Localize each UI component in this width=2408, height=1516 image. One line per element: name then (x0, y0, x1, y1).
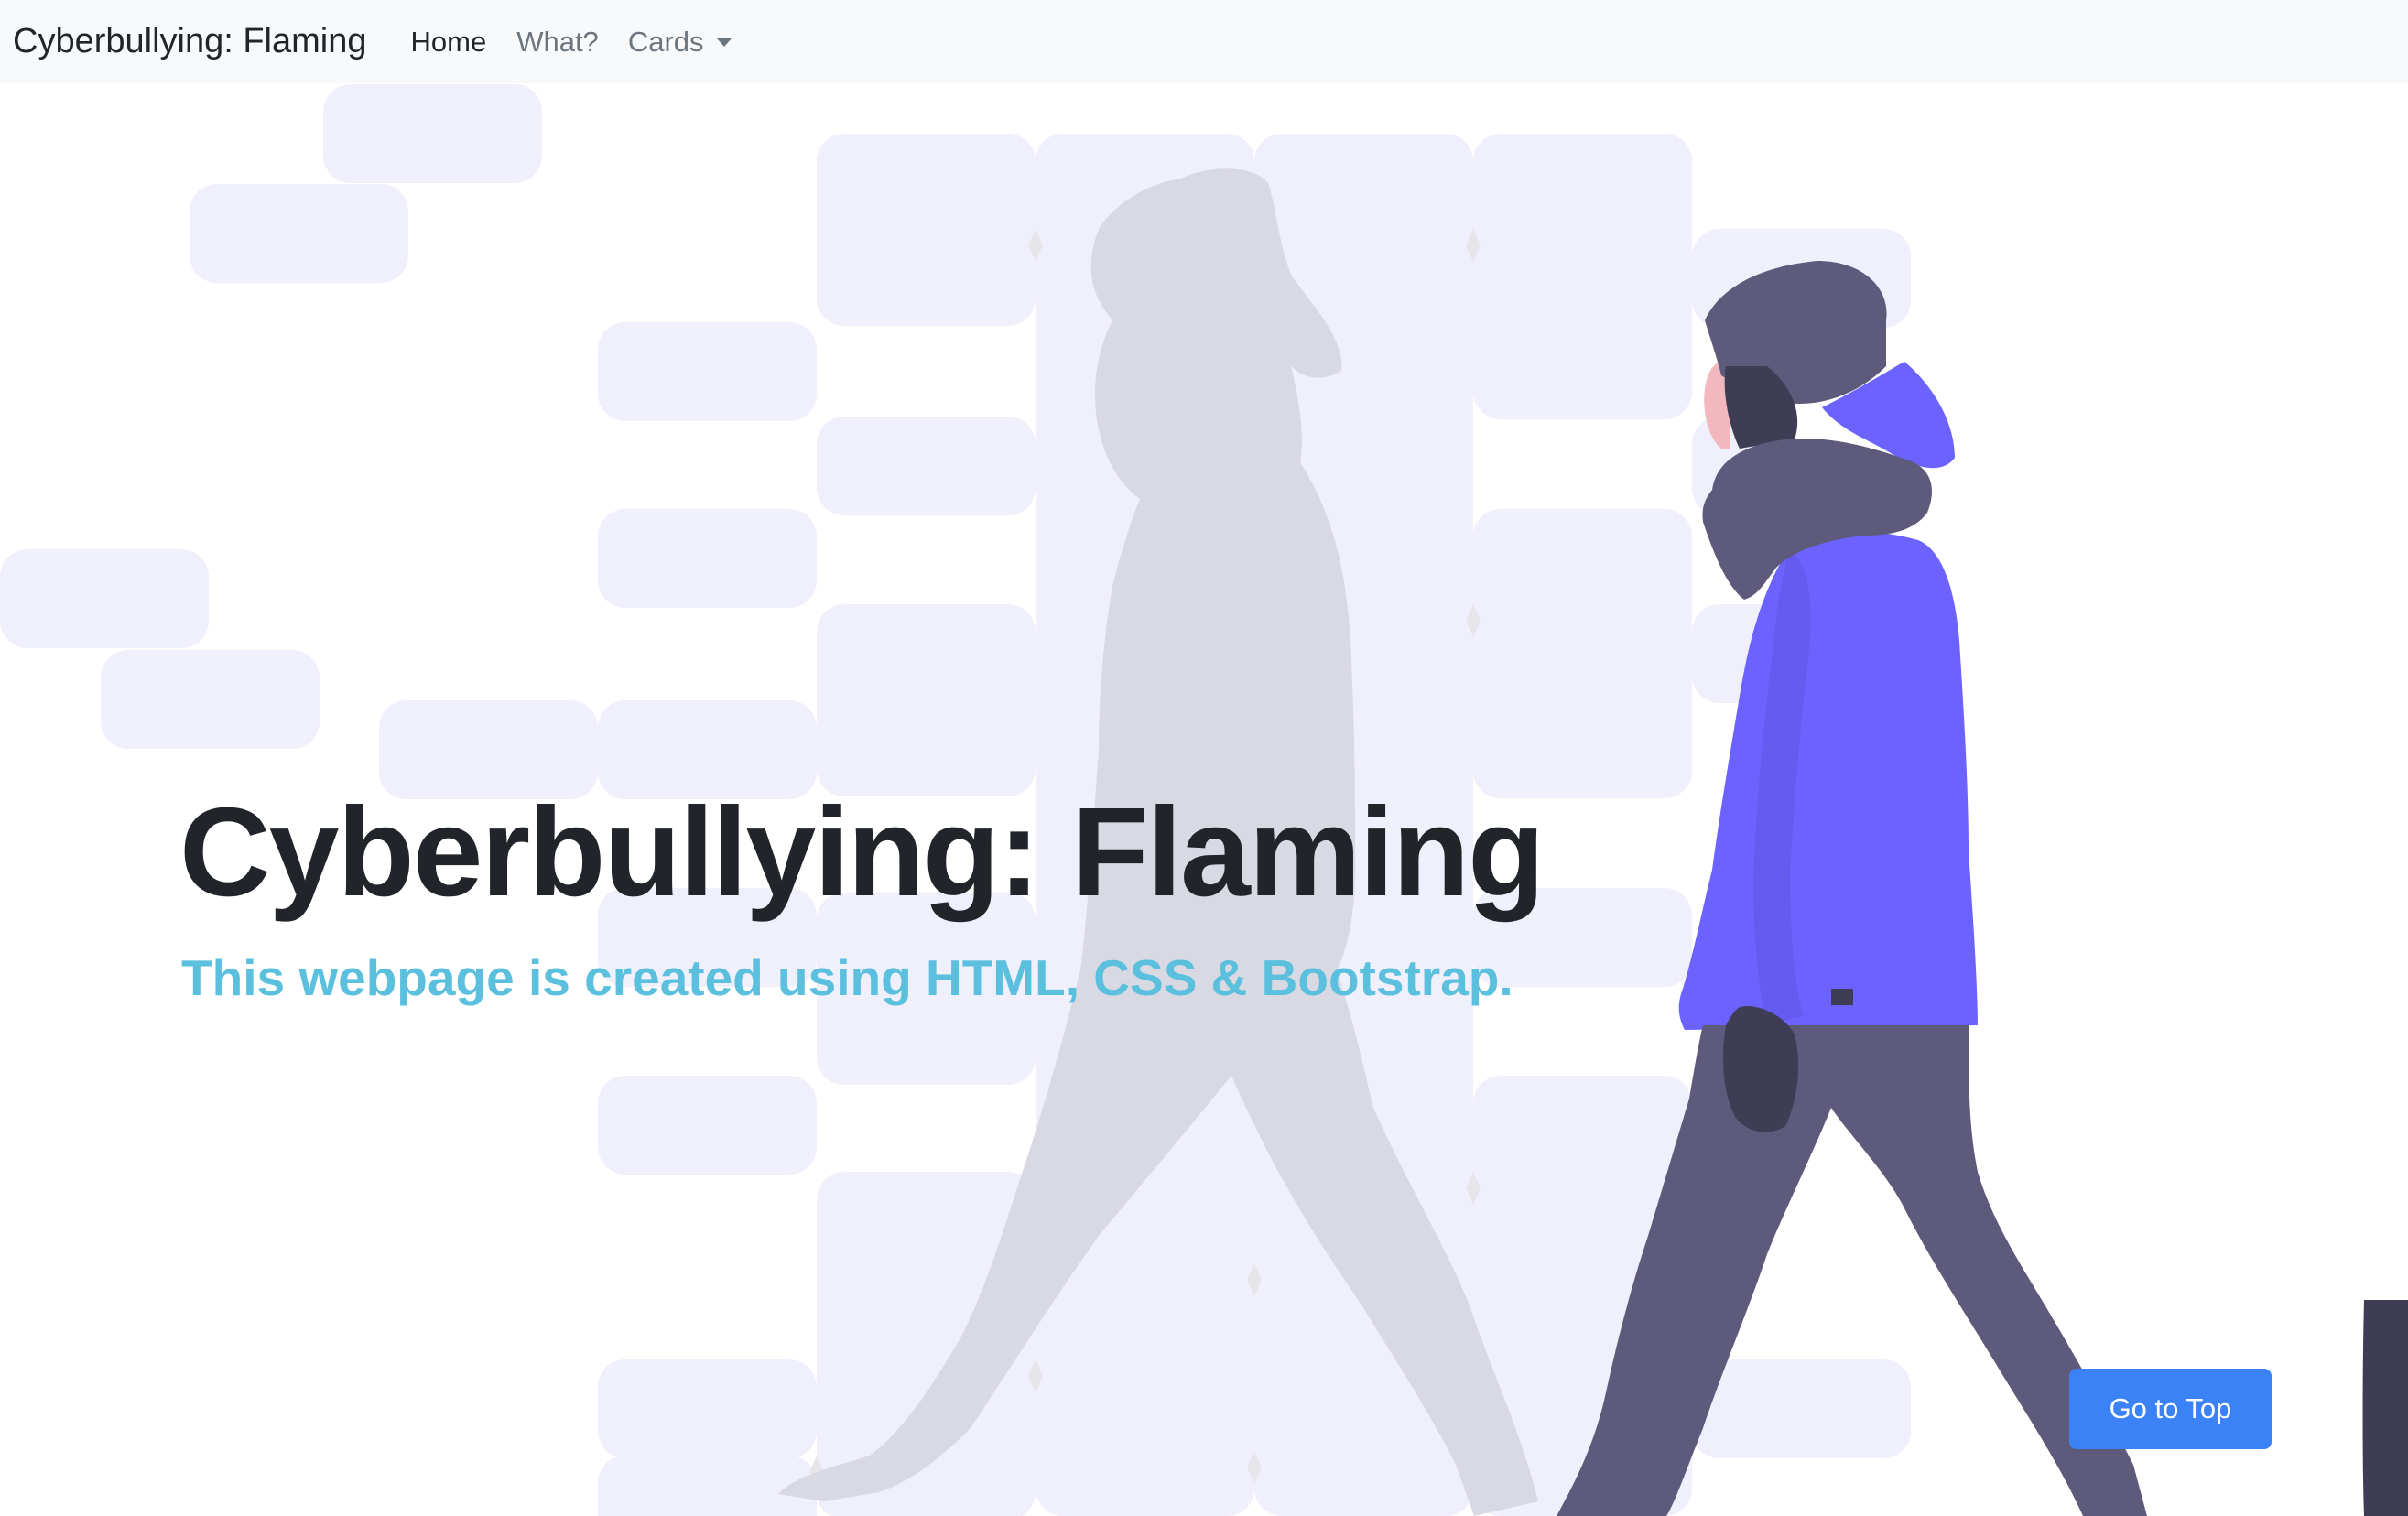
nav-dropdown-cards[interactable]: Cards (628, 26, 732, 59)
nav-link-home-label: Home (410, 25, 487, 58)
jacket-zipper-pull (1831, 989, 1853, 1005)
hero-title: Cyberbullying: Flaming (179, 782, 1545, 923)
nav-link-what-label: What? (516, 25, 599, 58)
nav-link-what[interactable]: What? (516, 26, 599, 59)
nav-dropdown-cards-label: Cards (627, 25, 704, 58)
navbar: Cyberbullying: Flaming Home What? Cards (0, 0, 2408, 83)
caret-down-icon (716, 38, 732, 47)
navbar-brand[interactable]: Cyberbullying: Flaming (13, 22, 367, 61)
hero-subtitle: This webpage is created using HTML, CSS … (181, 949, 1513, 1006)
go-to-top-button[interactable]: Go to Top (2069, 1369, 2272, 1449)
glove (1723, 1006, 1799, 1132)
nav-link-home[interactable]: Home (411, 26, 487, 59)
edge-object (2362, 1300, 2408, 1516)
page: Cyberbullying: Flaming Home What? Cards (0, 0, 2408, 1516)
